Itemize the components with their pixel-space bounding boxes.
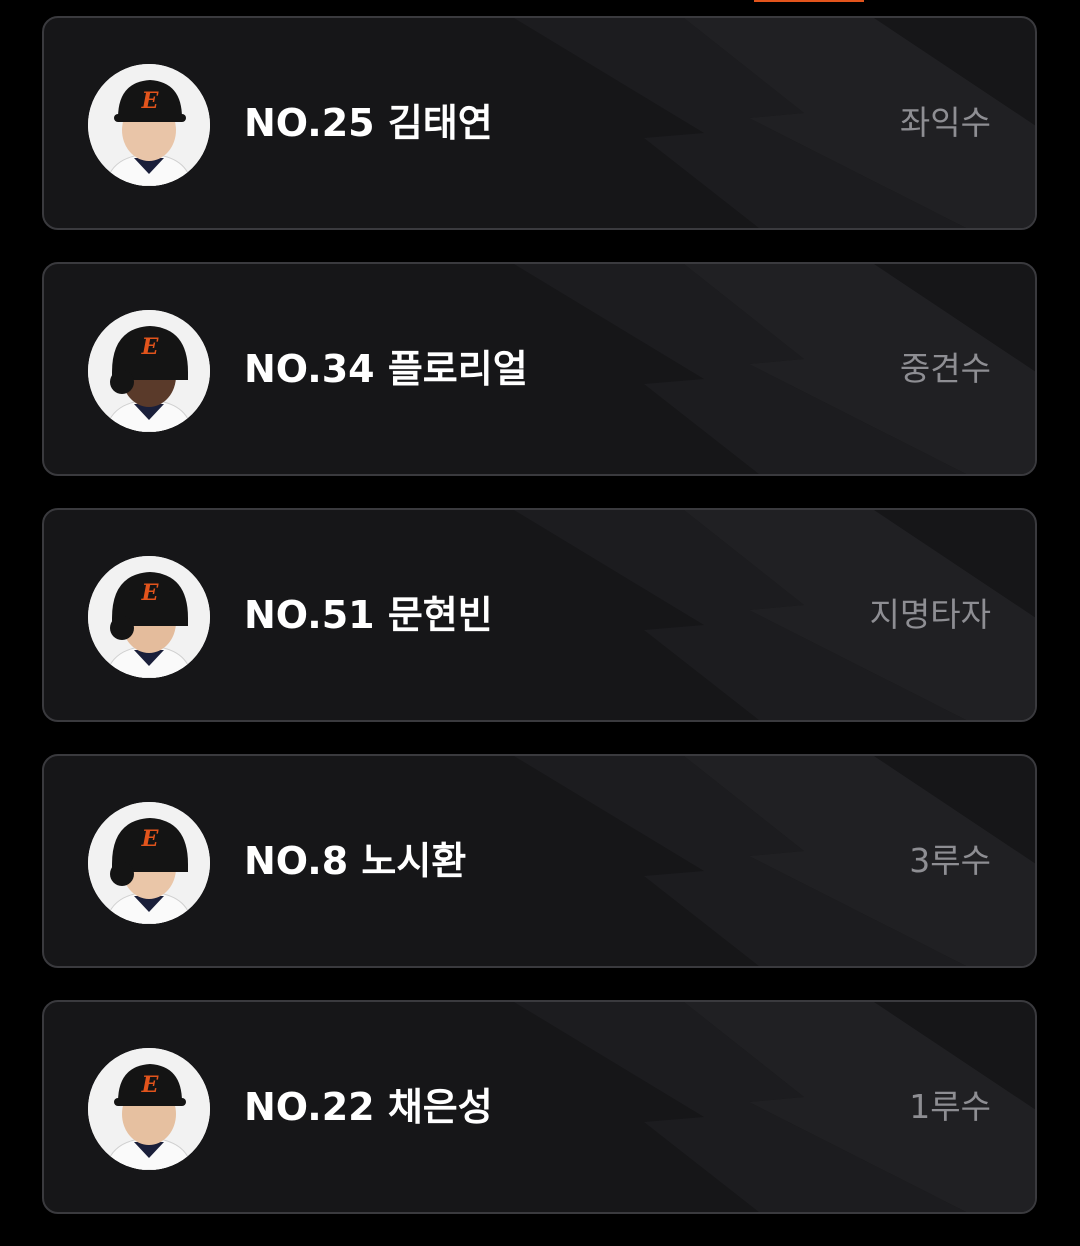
player-card[interactable]: E NO.51 문현빈 지명타자 (42, 508, 1037, 722)
player-card[interactable]: E NO.25 김태연 좌익수 (42, 16, 1037, 230)
player-name: NO.34 플로리얼 (244, 347, 528, 391)
player-list: E NO.25 김태연 좌익수 E NO.34 플로리얼 중견수 E NO.51 문현빈 지명타… (42, 16, 1037, 1246)
player-position: 1루수 (909, 1087, 991, 1126)
player-photo-icon: E (88, 1048, 210, 1170)
svg-text:E: E (141, 826, 160, 852)
player-photo-icon: E (88, 802, 210, 924)
player-photo-icon: E (88, 64, 210, 186)
player-card[interactable]: E NO.34 플로리얼 중견수 (42, 262, 1037, 476)
player-position: 3루수 (909, 841, 991, 880)
player-position: 좌익수 (899, 103, 991, 142)
player-photo-icon: E (88, 556, 210, 678)
svg-text:E: E (141, 334, 160, 360)
player-name: NO.22 채은성 (244, 1085, 493, 1129)
player-photo-icon: E (88, 310, 210, 432)
player-card[interactable]: E NO.8 노시환 3루수 (42, 754, 1037, 968)
player-name: NO.25 김태연 (244, 101, 493, 145)
svg-text:E: E (141, 580, 160, 606)
active-tab-indicator (754, 0, 864, 2)
svg-text:E: E (141, 1072, 160, 1098)
svg-text:E: E (141, 88, 160, 114)
player-position: 지명타자 (869, 595, 991, 634)
player-position: 중견수 (899, 349, 991, 388)
player-card[interactable]: E NO.22 채은성 1루수 (42, 1000, 1037, 1214)
player-name: NO.51 문현빈 (244, 593, 493, 637)
player-name: NO.8 노시환 (244, 839, 467, 883)
